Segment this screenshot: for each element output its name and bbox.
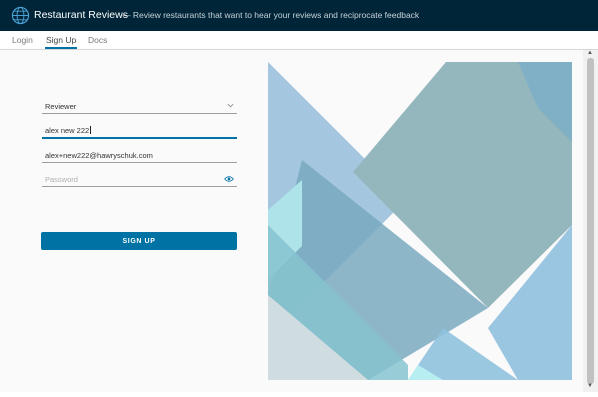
chevron-down-icon (227, 103, 234, 108)
username-value: alex new 222 (45, 126, 90, 135)
username-input[interactable]: alex new 222 (42, 124, 237, 139)
password-placeholder: Password (45, 175, 78, 184)
geometric-pattern-image (268, 50, 583, 392)
globe-icon (11, 6, 30, 25)
role-select-value: Reviewer (45, 102, 77, 111)
email-input[interactable]: alex+new222@hawryschuk.com (42, 149, 237, 163)
role-select[interactable]: Reviewer (42, 100, 237, 114)
sign-up-button[interactable]: SIGN UP (41, 232, 237, 250)
password-input[interactable]: Password (42, 173, 237, 187)
scrollbar-thumb[interactable] (587, 58, 594, 384)
tab-login[interactable]: Login (12, 35, 33, 48)
decorative-illustration (268, 50, 583, 392)
app-subtitle: — Review restaurants that want to hear y… (122, 10, 420, 20)
app-header: Restaurant Reviews — Review restaurants … (0, 0, 598, 31)
nav-tabs: Login Sign Up Docs (0, 31, 598, 50)
tab-docs[interactable]: Docs (88, 35, 107, 48)
scroll-up-arrow-icon[interactable]: ▲ (587, 50, 593, 56)
tab-sign-up[interactable]: Sign Up (44, 35, 78, 49)
eye-icon[interactable] (224, 175, 234, 183)
text-caret (90, 126, 92, 134)
scroll-down-arrow-icon[interactable]: ▼ (587, 383, 593, 389)
vertical-scrollbar[interactable]: ▲ ▼ (583, 50, 598, 392)
app-title: Restaurant Reviews (34, 9, 128, 21)
email-value: alex+new222@hawryschuk.com (45, 151, 153, 160)
